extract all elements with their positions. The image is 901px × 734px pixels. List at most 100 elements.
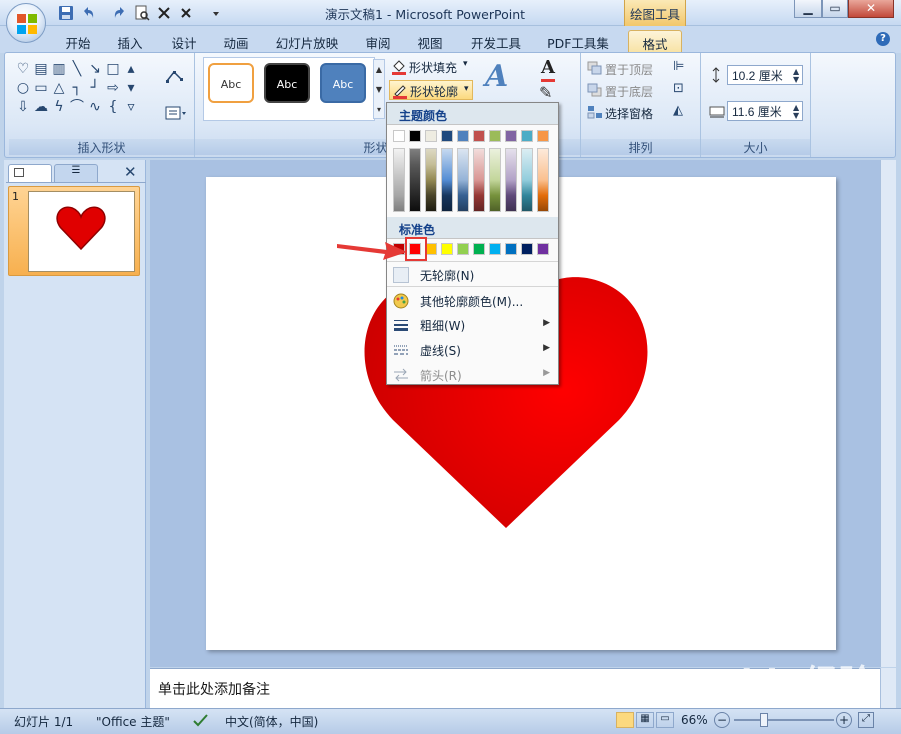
theme-color-swatch[interactable] [393, 130, 405, 142]
shape-fill-button[interactable]: 形状填充 [409, 59, 457, 76]
notes-scrollbar[interactable] [880, 668, 896, 708]
rectangle-shape-icon[interactable]: □ [105, 61, 121, 77]
menu-item-no-outline[interactable]: 无轮廓(N) [387, 263, 558, 287]
close-button[interactable]: ✕ [848, 0, 894, 18]
style-swatch-blue[interactable]: Abc [320, 63, 366, 103]
menu-item-more-colors[interactable]: 其他轮廓颜色(M)... [387, 289, 558, 313]
print-preview-icon[interactable] [134, 5, 150, 21]
arrow-line-shape-icon[interactable]: ↘ [87, 61, 103, 77]
slide-thumbnail[interactable] [28, 191, 135, 272]
theme-shade-column[interactable] [441, 148, 453, 212]
vertical-scrollbar[interactable] [880, 160, 896, 667]
shape-outline-button[interactable]: 形状轮廓 ▾ [389, 80, 473, 100]
redo-icon[interactable] [112, 5, 128, 21]
edit-shape-icon[interactable] [165, 69, 187, 85]
height-spin-arrows[interactable]: ▲ ▼ [793, 68, 799, 84]
spellcheck-icon[interactable] [192, 712, 210, 728]
maximize-button[interactable]: ▭ [822, 0, 848, 18]
standard-color-swatch[interactable] [521, 243, 533, 255]
tab-outline[interactable]: ☰ [54, 164, 98, 182]
theme-color-swatch[interactable] [505, 130, 517, 142]
close-pane-icon[interactable]: ✕ [124, 163, 137, 181]
elbow-connector-shape-icon[interactable]: ┐ [69, 80, 85, 96]
textbox-icon[interactable] [165, 105, 187, 121]
style-swatch-black[interactable]: Abc [264, 63, 310, 103]
style-gallery-scroll[interactable]: ▲ ▼ ▾ [373, 59, 385, 119]
tab-slideshow[interactable]: 幻灯片放映 [270, 30, 344, 52]
tab-format[interactable]: 格式 [628, 30, 682, 52]
tab-insert[interactable]: 插入 [110, 30, 150, 52]
theme-color-swatch[interactable] [457, 130, 469, 142]
customize-icon[interactable] [208, 5, 224, 21]
menu-item-weight[interactable]: 粗细(W) ▶ [387, 313, 558, 337]
theme-color-swatch[interactable] [409, 130, 421, 142]
rounded-rect-shape-icon[interactable]: ▭ [33, 80, 49, 96]
theme-shade-column[interactable] [457, 148, 469, 212]
normal-view-icon[interactable] [616, 712, 634, 728]
fit-to-window-icon[interactable]: ⤢ [858, 712, 874, 728]
selection-pane-button[interactable]: 选择窗格 [605, 105, 653, 122]
shapes-gallery[interactable]: ♡ ▤ ▥ ╲ ↘ □ ▴ ○ ▭ △ ┐ ┘ ⇨ ▾ ⇩ ☁ ϟ ⌒ ∿ { … [15, 61, 151, 115]
group-objects-icon[interactable]: ⊡ [673, 81, 684, 96]
cut-icon[interactable] [156, 5, 172, 21]
theme-shade-column[interactable] [393, 148, 405, 212]
more-shapes-icon[interactable]: ▴ [123, 61, 139, 77]
zoom-slider-thumb[interactable] [760, 713, 768, 727]
scroll-shapes-icon[interactable]: ▾ [123, 80, 139, 96]
theme-shade-column[interactable] [521, 148, 533, 212]
tab-view[interactable]: 视图 [410, 30, 450, 52]
oval-shape-icon[interactable]: ○ [15, 80, 31, 96]
minimize-button[interactable]: ▁ [794, 0, 822, 18]
text-fill-icon[interactable]: A [541, 57, 555, 78]
tab-slides[interactable] [8, 164, 52, 182]
theme-shade-column[interactable] [409, 148, 421, 212]
standard-color-swatch[interactable] [473, 243, 485, 255]
theme-shade-column[interactable] [473, 148, 485, 212]
shape-fill-icon[interactable] [391, 59, 407, 75]
help-icon[interactable]: ? [876, 32, 890, 46]
style-swatch-orange-outline[interactable]: Abc [208, 63, 254, 103]
theme-color-swatch[interactable] [537, 130, 549, 142]
text-outline-icon[interactable]: ✎ [539, 83, 552, 102]
zoom-out-icon[interactable]: − [714, 712, 730, 728]
theme-shade-column[interactable] [537, 148, 549, 212]
undo-icon[interactable] [80, 5, 96, 21]
tab-animations[interactable]: 动画 [216, 30, 256, 52]
standard-color-swatch[interactable] [441, 243, 453, 255]
zoom-slider-track[interactable] [734, 719, 834, 721]
close-doc-icon[interactable] [178, 5, 194, 21]
theme-shade-column[interactable] [425, 148, 437, 212]
shape-fill-dropdown-icon[interactable]: ▾ [463, 59, 468, 69]
vertical-textbox-shape-icon[interactable]: ▥ [51, 61, 67, 77]
tab-pdf-tools[interactable]: PDF工具集 [540, 30, 616, 52]
cloud-shape-icon[interactable]: ☁ [33, 99, 49, 115]
menu-item-dashes[interactable]: 虚线(S) ▶ [387, 338, 558, 362]
tab-design[interactable]: 设计 [164, 30, 204, 52]
tab-home[interactable]: 开始 [58, 30, 98, 52]
bring-front-button[interactable]: 置于顶层 [605, 61, 653, 78]
align-icon[interactable]: ⊫ [673, 59, 684, 74]
tab-review[interactable]: 审阅 [358, 30, 398, 52]
slide-sorter-view-icon[interactable]: ▦ [636, 712, 654, 728]
standard-color-swatch[interactable] [537, 243, 549, 255]
theme-color-swatch[interactable] [521, 130, 533, 142]
standard-color-swatch[interactable] [505, 243, 517, 255]
elbow-arrow-shape-icon[interactable]: ┘ [87, 80, 103, 96]
tab-developer[interactable]: 开发工具 [466, 30, 526, 52]
theme-color-swatch[interactable] [425, 130, 437, 142]
gallery-expand-icon[interactable]: ▿ [123, 99, 139, 115]
quick-styles-icon[interactable]: A [485, 59, 519, 94]
standard-color-swatch[interactable] [457, 243, 469, 255]
shape-width-input[interactable] [727, 101, 803, 121]
theme-shade-column[interactable] [505, 148, 517, 212]
freeform-shape-icon[interactable]: ∿ [87, 99, 103, 115]
zoom-level[interactable]: 66% [681, 713, 708, 727]
shape-height-input[interactable] [727, 65, 803, 85]
heart-shape-icon[interactable]: ♡ [15, 61, 31, 77]
zoom-in-icon[interactable]: + [836, 712, 852, 728]
down-arrow-shape-icon[interactable]: ⇩ [15, 99, 31, 115]
textbox-shape-icon[interactable]: ▤ [33, 61, 49, 77]
brace-shape-icon[interactable]: { [105, 99, 121, 115]
theme-shade-column[interactable] [489, 148, 501, 212]
lightning-shape-icon[interactable]: ϟ [51, 99, 67, 115]
